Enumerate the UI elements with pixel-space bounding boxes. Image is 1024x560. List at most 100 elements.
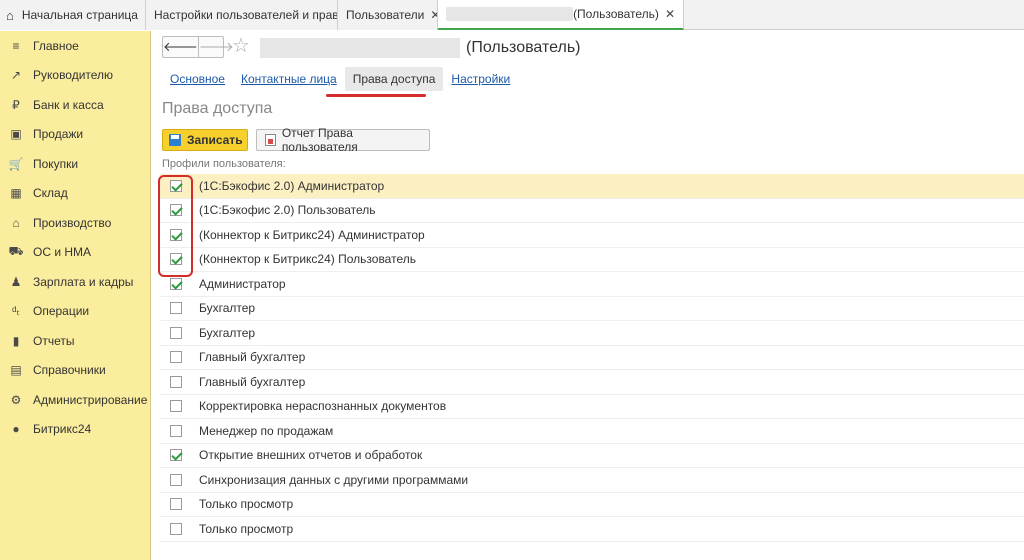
profile-row[interactable]: Синхронизация данных с другими программа… [160, 468, 1024, 493]
sidebar-item-label: Битрикс24 [33, 422, 92, 437]
sidebar-item[interactable]: ⌂ Производство [0, 208, 150, 238]
report-button-label: Отчет Права пользователя [281, 126, 358, 154]
profile-row[interactable]: Бухгалтер [160, 321, 1024, 346]
tab-user-settings[interactable]: Настройки пользователей и прав [146, 0, 338, 30]
profile-checkbox[interactable] [170, 400, 182, 413]
close-icon[interactable]: ✕ [430, 8, 437, 22]
sidebar-item-label: Руководителю [33, 68, 114, 83]
tab-current-user-label: (Пользователь) [573, 7, 659, 21]
sidebar-item-icon: ≡ [12, 38, 20, 53]
profile-label: Синхронизация данных с другими программа… [199, 472, 469, 487]
profile-checkbox[interactable] [170, 498, 182, 511]
profile-label: Бухгалтер [199, 325, 256, 340]
profile-checkbox[interactable] [170, 449, 182, 462]
sidebar-item[interactable]: ≡ Главное [0, 31, 150, 61]
tab-users[interactable]: Пользователи ✕ [338, 0, 438, 30]
star-icon[interactable]: ☆ [232, 34, 250, 58]
profile-label: (1С:Бэкофис 2.0) Администратор [199, 178, 385, 193]
sidebar-item[interactable]: ▣ Продажи [0, 120, 150, 150]
home-icon: ⌂ [6, 7, 14, 23]
tab-user-settings-label: Настройки пользователей и прав [154, 8, 338, 22]
profile-row[interactable]: (Коннектор к Битрикс24) Пользователь [160, 248, 1024, 272]
sidebar-item-icon: ▣ [10, 127, 22, 142]
sidebar-item[interactable]: ● Битрикс24 [0, 415, 150, 445]
sidebar-item[interactable]: ↗ Руководителю [0, 61, 150, 91]
page-title: (Пользователь) [466, 39, 581, 56]
sidebar-item-label: Отчеты [33, 333, 75, 348]
sidebar-item-icon: ▤ [10, 363, 22, 378]
profile-row[interactable]: Только просмотр [160, 517, 1024, 542]
sidebar-item[interactable]: 🛒 Покупки [0, 149, 150, 179]
profile-label: Только просмотр [199, 497, 294, 512]
profile-checkbox[interactable] [170, 375, 182, 388]
profile-row[interactable]: Менеджер по продажам [160, 419, 1024, 444]
sidebar-item-label: Администрирование [33, 392, 148, 407]
subtab-access-rights[interactable]: Права доступа [344, 67, 444, 91]
close-icon[interactable]: ✕ [665, 7, 675, 21]
profile-checkbox[interactable] [170, 473, 182, 486]
sidebar-item-icon: ⛟ [8, 244, 24, 259]
subtab-main[interactable]: Основное [162, 67, 233, 91]
profile-label: Главный бухгалтер [199, 350, 306, 365]
profile-checkbox[interactable] [170, 179, 182, 192]
subtab-contacts[interactable]: Контактные лица [233, 67, 345, 91]
sidebar-item[interactable]: ♟ Зарплата и кадры [0, 267, 150, 297]
sidebar-item[interactable]: ₽ Банк и касса [0, 90, 150, 120]
sidebar-item-icon: ₽ [12, 97, 20, 112]
tab-home-label: Начальная страница [21, 8, 138, 22]
sidebar-item-icon: ⚙ [10, 392, 22, 407]
sidebar-list: ≡ Главное ↗ Руководителю ₽ Банк и касса ▣ Прода… [0, 31, 150, 444]
save-button-label: Записать [187, 133, 243, 147]
section-title: Права доступа [162, 100, 273, 117]
sidebar-item[interactable]: ▦ Склад [0, 179, 150, 209]
sidebar-item-label: ОС и НМА [33, 245, 92, 260]
profile-checkbox[interactable] [170, 253, 182, 266]
profile-row[interactable]: (1С:Бэкофис 2.0) Администратор [160, 174, 1024, 199]
profile-row[interactable]: (1С:Бэкофис 2.0) Пользователь [160, 199, 1024, 223]
profiles-list: (1С:Бэкофис 2.0) Администратор (1С:Бэкофи… [160, 174, 1024, 542]
profile-row[interactable]: Администратор [160, 272, 1024, 297]
tab-home[interactable]: ⌂ Начальная страница [0, 0, 146, 30]
profile-checkbox[interactable] [170, 522, 182, 535]
profile-row[interactable]: Открытие внешних отчетов и обработок [160, 444, 1024, 468]
back-arrow-icon[interactable]: 🡐 [163, 37, 198, 57]
sidebar-item-icon: ▮ [12, 333, 20, 348]
profile-row[interactable]: Главный бухгалтер [160, 370, 1024, 395]
profile-checkbox[interactable] [170, 351, 182, 364]
sidebar-item-label: Операции [33, 304, 90, 319]
sidebar-item-icon: ♟ [10, 274, 22, 289]
profile-label: Открытие внешних отчетов и обработок [199, 448, 423, 463]
sidebar-item-icon: 🛒 [8, 156, 24, 171]
sidebar-item[interactable]: ▤ Справочники [0, 356, 150, 386]
profile-row[interactable]: Только просмотр [160, 493, 1024, 517]
tab-bar: ⌂ Начальная страница Настройки пользоват… [0, 0, 1024, 30]
sidebar-item[interactable]: ▮ Отчеты [0, 326, 150, 356]
sidebar-item-icon: ⌂ [12, 215, 20, 230]
profile-checkbox[interactable] [170, 326, 182, 339]
profile-label: Бухгалтер [199, 301, 256, 316]
redacted-username [446, 7, 574, 21]
profile-checkbox[interactable] [170, 302, 182, 315]
tab-current-user[interactable]: (Пользователь) ✕ [438, 0, 684, 30]
sidebar-item-icon: ▦ [10, 186, 22, 201]
subtab-settings[interactable]: Настройки [443, 67, 518, 91]
report-button[interactable]: Отчет Права пользователя [256, 126, 430, 154]
profile-row[interactable]: Корректировка нераспознанных документов [160, 395, 1024, 419]
forward-arrow-icon[interactable]: 🡒 [197, 37, 234, 57]
main-content: 🡐 🡒 ☆ (Пользователь) Основное Контактные… [152, 31, 1024, 560]
profile-row[interactable]: (Коннектор к Битрикс24) Администратор [160, 223, 1024, 248]
profile-checkbox[interactable] [170, 228, 182, 241]
sidebar-item-icon: ↗ [10, 68, 22, 83]
sidebar-item[interactable]: ⚙ Администрирование [0, 385, 150, 415]
sidebar-item[interactable]: ⛟ ОС и НМА [0, 238, 150, 268]
profile-row[interactable]: Главный бухгалтер [160, 346, 1024, 370]
profile-row[interactable]: Бухгалтер [160, 297, 1024, 321]
profile-label: (Коннектор к Битрикс24) Администратор [199, 227, 425, 242]
profile-checkbox[interactable] [170, 277, 182, 290]
sidebar-item-label: Производство [33, 215, 112, 230]
profile-checkbox[interactable] [170, 424, 182, 437]
sidebar-item-icon: ᵈₜ [11, 304, 21, 319]
profile-checkbox[interactable] [170, 204, 182, 217]
save-button[interactable]: Записать [162, 129, 248, 151]
sidebar-item[interactable]: ᵈₜ Операции [0, 297, 150, 327]
